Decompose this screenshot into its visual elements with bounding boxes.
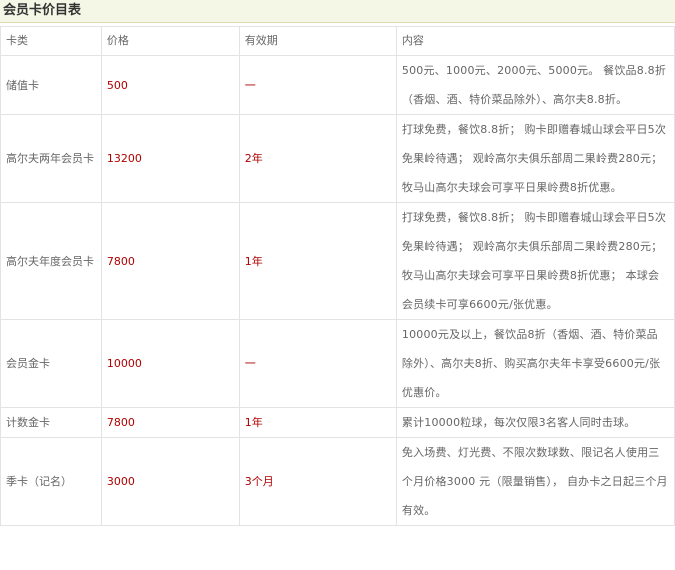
card-type: 季卡（记名） xyxy=(0,437,102,526)
header-content: 内容 xyxy=(395,26,675,56)
card-validity: 1年 xyxy=(238,202,397,320)
page-title: 会员卡价目表 xyxy=(0,0,675,23)
price-table: 卡类 价格 有效期 内容 储值卡 500 一 500元、1000元、2000元、… xyxy=(0,26,675,526)
card-price: 3000 xyxy=(100,437,240,526)
table-row: 储值卡 500 一 500元、1000元、2000元、5000元。 餐饮品8.8… xyxy=(0,55,675,115)
header-validity: 有效期 xyxy=(238,26,397,56)
table-row: 季卡（记名） 3000 3个月 免入场费、灯光费、不限次数球数、限记名人使用三个… xyxy=(0,437,675,526)
card-type: 储值卡 xyxy=(0,55,102,115)
table-row: 会员金卡 10000 一 10000元及以上，餐饮品8折（香烟、酒、特价菜品除外… xyxy=(0,319,675,408)
table-row: 高尔夫两年会员卡 13200 2年 打球免费，餐饮8.8折； 购卡即赠春城山球会… xyxy=(0,114,675,203)
card-validity: 3个月 xyxy=(238,437,397,526)
card-content: 500元、1000元、2000元、5000元。 餐饮品8.8折（香烟、酒、特价菜… xyxy=(395,55,675,115)
table-row: 高尔夫年度会员卡 7800 1年 打球免费，餐饮8.8折； 购卡即赠春城山球会平… xyxy=(0,202,675,320)
card-price: 7800 xyxy=(100,407,240,438)
card-content: 免入场费、灯光费、不限次数球数、限记名人使用三个月价格3000 元（限量销售），… xyxy=(395,437,675,526)
card-content: 打球免费，餐饮8.8折； 购卡即赠春城山球会平日5次免果岭待遇； 观岭高尔夫俱乐… xyxy=(395,114,675,203)
card-price: 13200 xyxy=(100,114,240,203)
card-price: 500 xyxy=(100,55,240,115)
card-validity: 一 xyxy=(238,55,397,115)
card-validity: 一 xyxy=(238,319,397,408)
header-price: 价格 xyxy=(100,26,240,56)
page: 会员卡价目表 卡类 价格 有效期 内容 储值卡 500 一 500元、1000元… xyxy=(0,0,675,570)
header-card-type: 卡类 xyxy=(0,26,102,56)
card-content: 打球免费，餐饮8.8折； 购卡即赠春城山球会平日5次免果岭待遇； 观岭高尔夫俱乐… xyxy=(395,202,675,320)
card-price: 7800 xyxy=(100,202,240,320)
card-validity: 2年 xyxy=(238,114,397,203)
card-content: 累计10000粒球，每次仅限3名客人同时击球。 xyxy=(395,407,675,438)
card-validity: 1年 xyxy=(238,407,397,438)
card-type: 高尔夫两年会员卡 xyxy=(0,114,102,203)
card-type: 会员金卡 xyxy=(0,319,102,408)
table-row: 计数金卡 7800 1年 累计10000粒球，每次仅限3名客人同时击球。 xyxy=(0,407,675,438)
card-price: 10000 xyxy=(100,319,240,408)
card-content: 10000元及以上，餐饮品8折（香烟、酒、特价菜品除外）、高尔夫8折、购买高尔夫… xyxy=(395,319,675,408)
table-header-row: 卡类 价格 有效期 内容 xyxy=(0,26,675,56)
card-type: 高尔夫年度会员卡 xyxy=(0,202,102,320)
card-type: 计数金卡 xyxy=(0,407,102,438)
